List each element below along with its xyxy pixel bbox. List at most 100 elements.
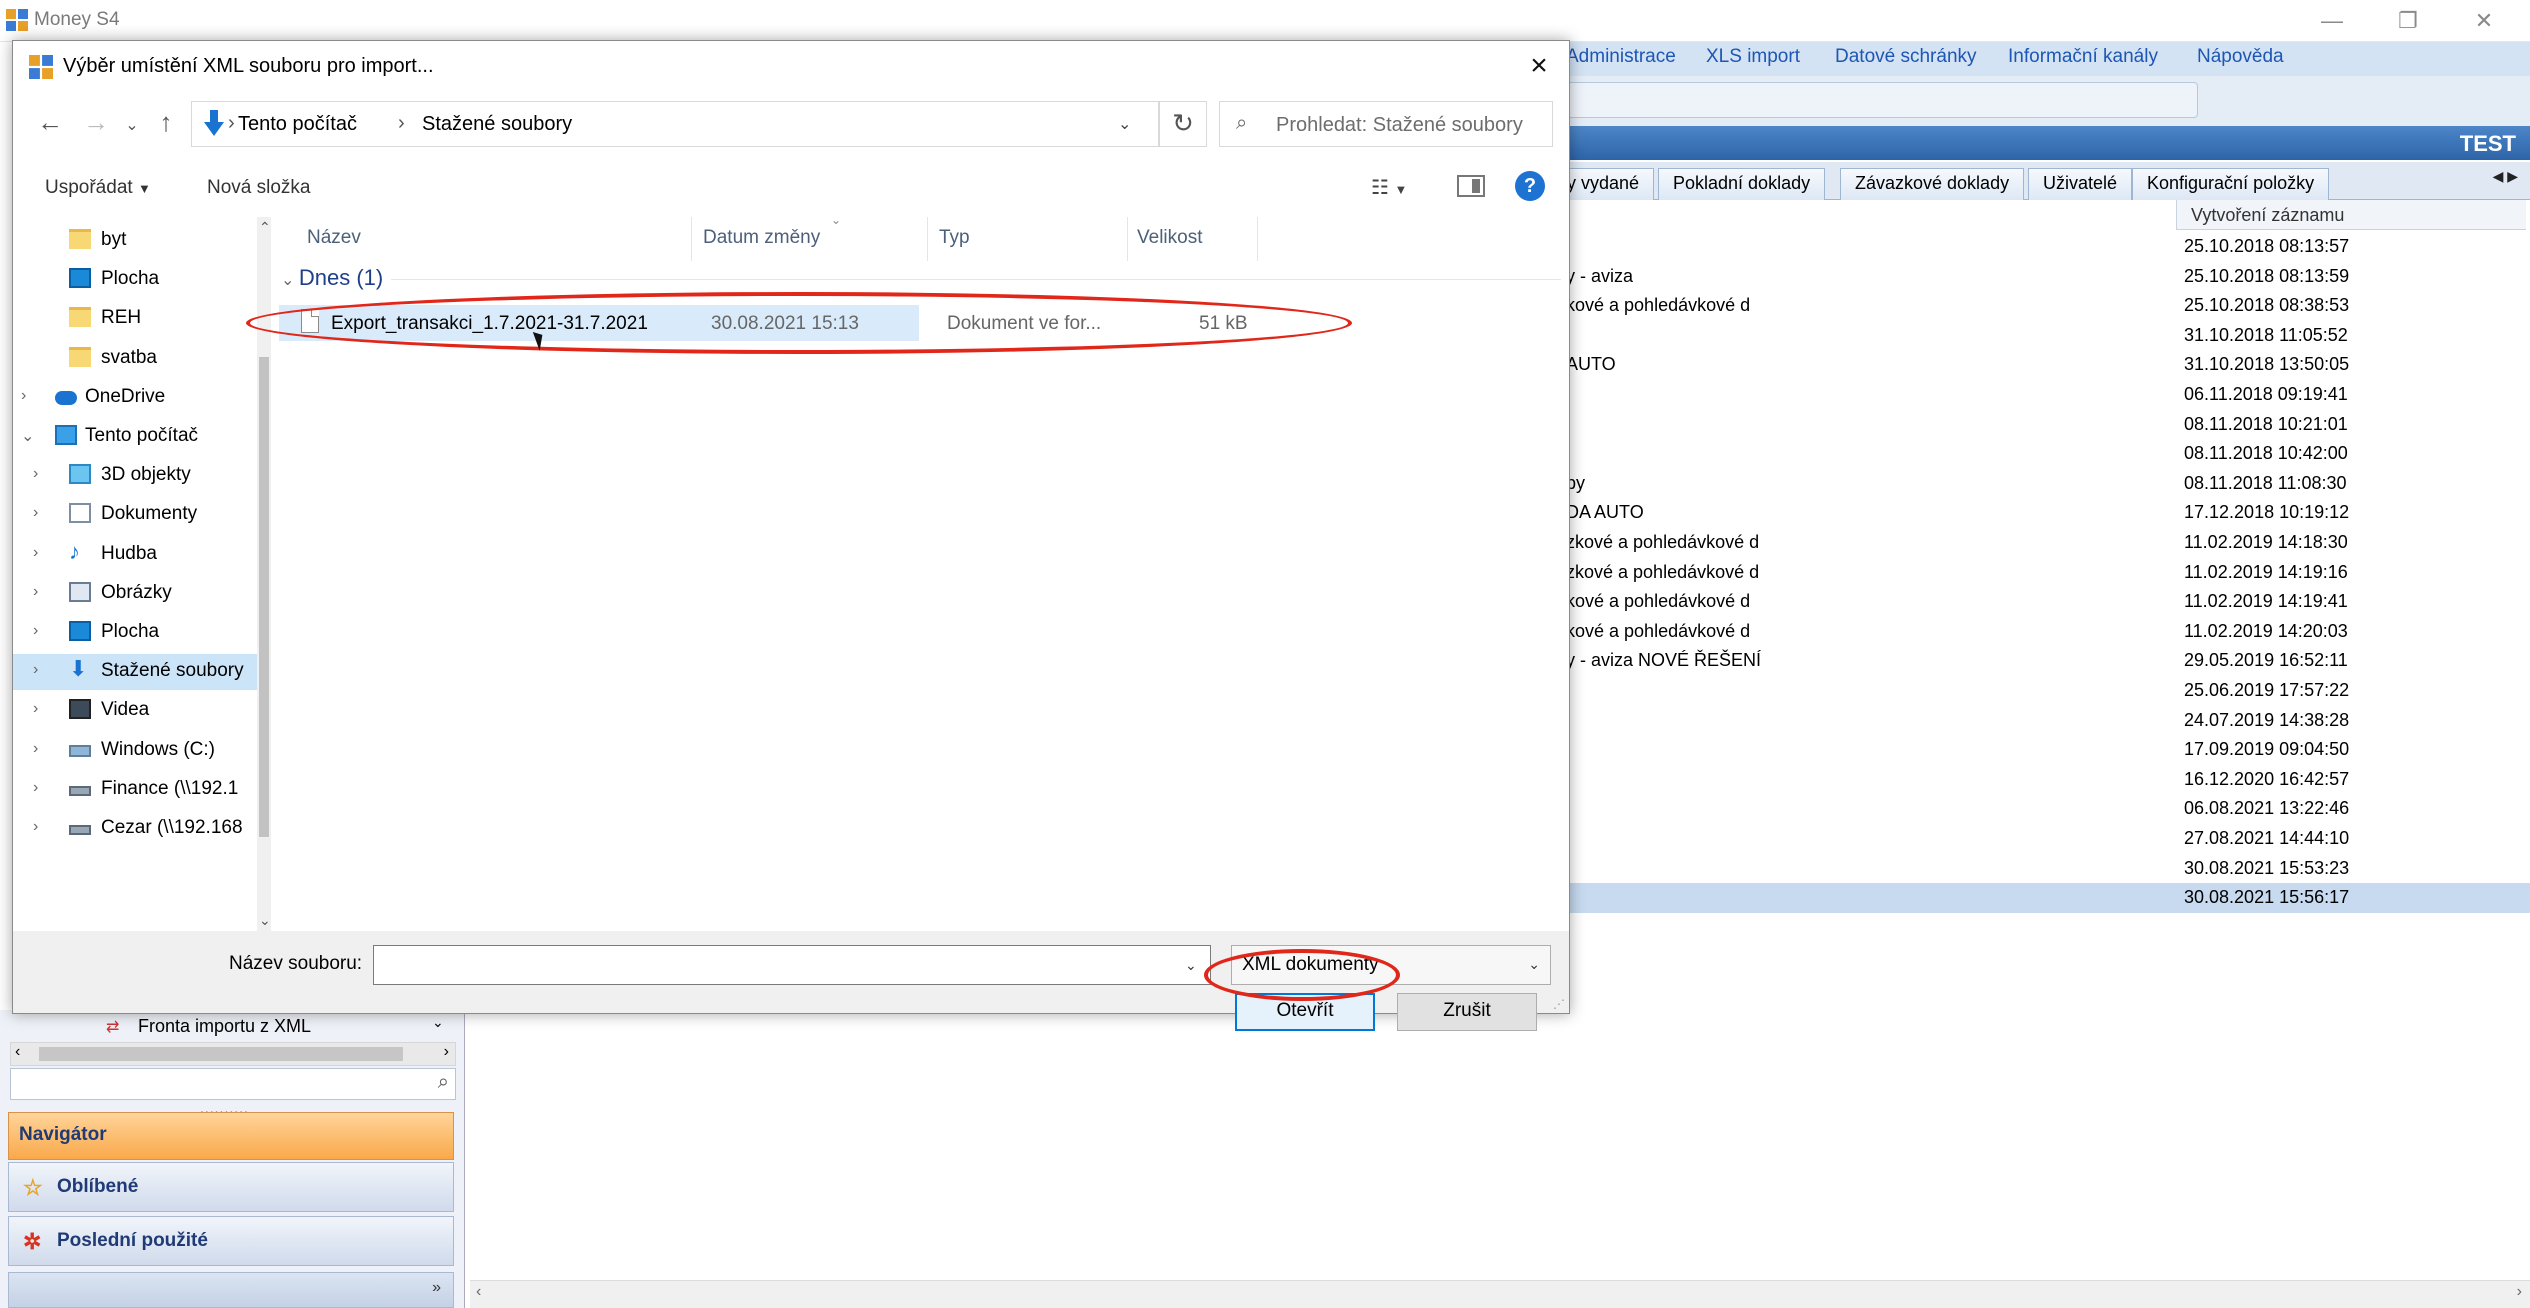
- tree-item[interactable]: › ♪ Hudba: [13, 537, 259, 573]
- horizontal-scrollbar[interactable]: ‹ ›: [470, 1280, 2530, 1308]
- chevron-right-icon[interactable]: ›: [33, 818, 38, 836]
- resize-grip-icon[interactable]: ⋰: [1553, 997, 1565, 1011]
- table-row[interactable]: zkové a pohledávkové d 11.02.2019 14:19:1…: [1540, 558, 2530, 588]
- breadcrumb-this-pc[interactable]: Tento počítač: [238, 113, 357, 136]
- tree-item[interactable]: byt: [13, 223, 259, 259]
- tree-item[interactable]: › Obrázky: [13, 576, 259, 612]
- column-divider[interactable]: [927, 217, 928, 261]
- table-row[interactable]: 31.10.2018 11:05:52: [1540, 321, 2530, 351]
- tree-item[interactable]: › Cezar (\\192.168: [13, 811, 259, 847]
- menu-administrace[interactable]: Administrace: [1566, 46, 1676, 68]
- refresh-button[interactable]: ↻: [1159, 101, 1207, 147]
- chevron-down-icon[interactable]: ⌄: [21, 426, 34, 446]
- table-row[interactable]: 08.11.2018 10:21:01: [1540, 410, 2530, 440]
- chevron-right-icon[interactable]: ›: [33, 740, 38, 758]
- tab-zavazkove-doklady[interactable]: Závazkové doklady: [1840, 168, 2025, 200]
- table-row[interactable]: kové a pohledávkové d 25.10.2018 08:38:53: [1540, 291, 2530, 321]
- tree-item[interactable]: Plocha: [13, 262, 259, 298]
- table-row[interactable]: kové a pohledávkové d 11.02.2019 14:19:41: [1540, 587, 2530, 617]
- left-panel-scrollbar[interactable]: ‹ ›: [10, 1042, 456, 1066]
- preview-pane-icon[interactable]: [1457, 175, 1485, 197]
- breadcrumb-downloads[interactable]: Stažené soubory: [422, 113, 572, 136]
- table-row[interactable]: y - aviza NOVÉ ŘEŠENÍ 29.05.2019 16:52:11: [1540, 646, 2530, 676]
- tab-konfiguracni-polozky[interactable]: Konfigurační položky: [2132, 168, 2330, 200]
- new-folder-button[interactable]: Nová složka: [207, 177, 311, 199]
- scroll-right-icon[interactable]: ›: [444, 1043, 449, 1061]
- navigator-more-bar[interactable]: »: [8, 1272, 454, 1308]
- favorites-button[interactable]: ☆ Oblíbené: [8, 1162, 454, 1212]
- scroll-up-icon[interactable]: ⌃: [259, 219, 271, 236]
- column-divider[interactable]: [1257, 217, 1258, 261]
- table-row[interactable]: 30.08.2021 15:56:17: [1540, 883, 2530, 914]
- table-row[interactable]: by 08.11.2018 11:08:30: [1540, 469, 2530, 499]
- chevron-right-icon[interactable]: ›: [33, 465, 38, 483]
- file-type-filter[interactable]: XML dokumenty ⌄: [1231, 945, 1551, 985]
- tab-uzivatele[interactable]: Uživatelé: [2028, 168, 2133, 200]
- chevron-right-icon[interactable]: ›: [33, 661, 38, 679]
- scrollbar-thumb[interactable]: [259, 357, 269, 837]
- chevron-right-icon[interactable]: ›: [21, 387, 26, 405]
- column-header-size[interactable]: Velikost: [1137, 227, 1202, 249]
- column-header-name[interactable]: Název: [307, 227, 361, 249]
- tab-pokladni-doklady[interactable]: Pokladní doklady: [1658, 168, 1826, 200]
- back-arrow-icon[interactable]: ←: [33, 107, 67, 138]
- organize-button[interactable]: Uspořádat ▼: [45, 177, 151, 199]
- address-bar[interactable]: › Tento počítač › Stažené soubory ⌄: [191, 101, 1159, 147]
- scroll-down-icon[interactable]: ⌄: [259, 912, 271, 929]
- table-row[interactable]: zkové a pohledávkové d 11.02.2019 14:18:3…: [1540, 528, 2530, 558]
- navigator-header[interactable]: Navigátor: [8, 1112, 454, 1160]
- recent-button[interactable]: ✲ Poslední použité: [8, 1216, 454, 1266]
- table-row[interactable]: 25.10.2018 08:13:57: [1540, 232, 2530, 262]
- chevron-down-icon[interactable]: ⌄: [432, 1014, 444, 1031]
- xml-import-queue-item[interactable]: ⇄ Fronta importu z XML ⌄: [10, 1012, 456, 1042]
- tree-item[interactable]: › 3D objekty: [13, 458, 259, 494]
- tree-item[interactable]: › Plocha: [13, 615, 259, 651]
- group-header-today[interactable]: ⌄ Dnes (1): [281, 265, 383, 291]
- up-arrow-icon[interactable]: ↑: [149, 107, 183, 138]
- menu-napoveda[interactable]: Nápověda: [2197, 46, 2284, 68]
- scroll-left-icon[interactable]: ‹: [476, 1283, 481, 1301]
- tree-item[interactable]: › ⬇ Stažené soubory: [13, 654, 259, 691]
- tree-item[interactable]: › Windows (C:): [13, 733, 259, 769]
- table-row[interactable]: 06.11.2018 09:19:41: [1540, 380, 2530, 410]
- column-divider[interactable]: [691, 217, 692, 261]
- close-app-button[interactable]: ✕: [2462, 4, 2506, 38]
- tree-item[interactable]: ⌄ Tento počítač: [13, 419, 259, 455]
- table-row[interactable]: 16.12.2020 16:42:57: [1540, 765, 2530, 795]
- column-header-created[interactable]: Vytvoření záznamu: [2176, 200, 2526, 230]
- chevron-right-icon[interactable]: ›: [33, 700, 38, 718]
- menu-informacni-kanaly[interactable]: Informační kanály: [2008, 46, 2158, 68]
- search-input[interactable]: ⌕ Prohledat: Stažené soubory: [1219, 101, 1553, 147]
- table-row[interactable]: kové a pohledávkové d 11.02.2019 14:20:03: [1540, 617, 2530, 647]
- help-icon[interactable]: ?: [1515, 171, 1545, 201]
- chevron-down-icon[interactable]: ⌄: [1118, 114, 1131, 134]
- minimize-button[interactable]: —: [2310, 4, 2354, 38]
- tree-item[interactable]: › Videa: [13, 693, 259, 729]
- forward-arrow-icon[interactable]: →: [79, 107, 113, 138]
- chevron-right-icon[interactable]: ›: [33, 583, 38, 601]
- table-row[interactable]: AUTO 31.10.2018 13:50:05: [1540, 350, 2530, 380]
- open-button[interactable]: Otevřít: [1235, 993, 1375, 1031]
- column-header-type[interactable]: Typ: [939, 227, 970, 249]
- chevron-right-icon[interactable]: ›: [33, 622, 38, 640]
- navigation-scrollbar[interactable]: ⌃ ⌄: [257, 217, 271, 931]
- scroll-left-icon[interactable]: ‹: [15, 1043, 20, 1061]
- table-row[interactable]: DA AUTO 17.12.2018 10:19:12: [1540, 498, 2530, 528]
- left-panel-search[interactable]: ⌕: [10, 1068, 456, 1100]
- search-icon[interactable]: ⌕: [438, 1071, 449, 1094]
- menu-datove-schranky[interactable]: Datové schránky: [1835, 46, 1977, 68]
- recent-locations-chevron-icon[interactable]: ⌄: [115, 115, 149, 135]
- tree-item[interactable]: › Dokumenty: [13, 497, 259, 533]
- cancel-button[interactable]: Zrušit: [1397, 993, 1537, 1031]
- scrollbar-thumb[interactable]: [39, 1047, 403, 1061]
- table-row[interactable]: 30.08.2021 15:53:23: [1540, 854, 2530, 884]
- close-icon[interactable]: ×: [1519, 47, 1559, 87]
- toolbar-field[interactable]: [1548, 82, 2198, 118]
- menu-xls-import[interactable]: XLS import: [1706, 46, 1800, 68]
- table-row[interactable]: 24.07.2019 14:38:28: [1540, 706, 2530, 736]
- column-header-date[interactable]: Datum změny: [703, 227, 820, 249]
- table-row[interactable]: 08.11.2018 10:42:00: [1540, 439, 2530, 469]
- table-row[interactable]: 06.08.2021 13:22:46: [1540, 794, 2530, 824]
- expand-more-icon[interactable]: »: [432, 1279, 441, 1297]
- chevron-right-icon[interactable]: ›: [33, 779, 38, 797]
